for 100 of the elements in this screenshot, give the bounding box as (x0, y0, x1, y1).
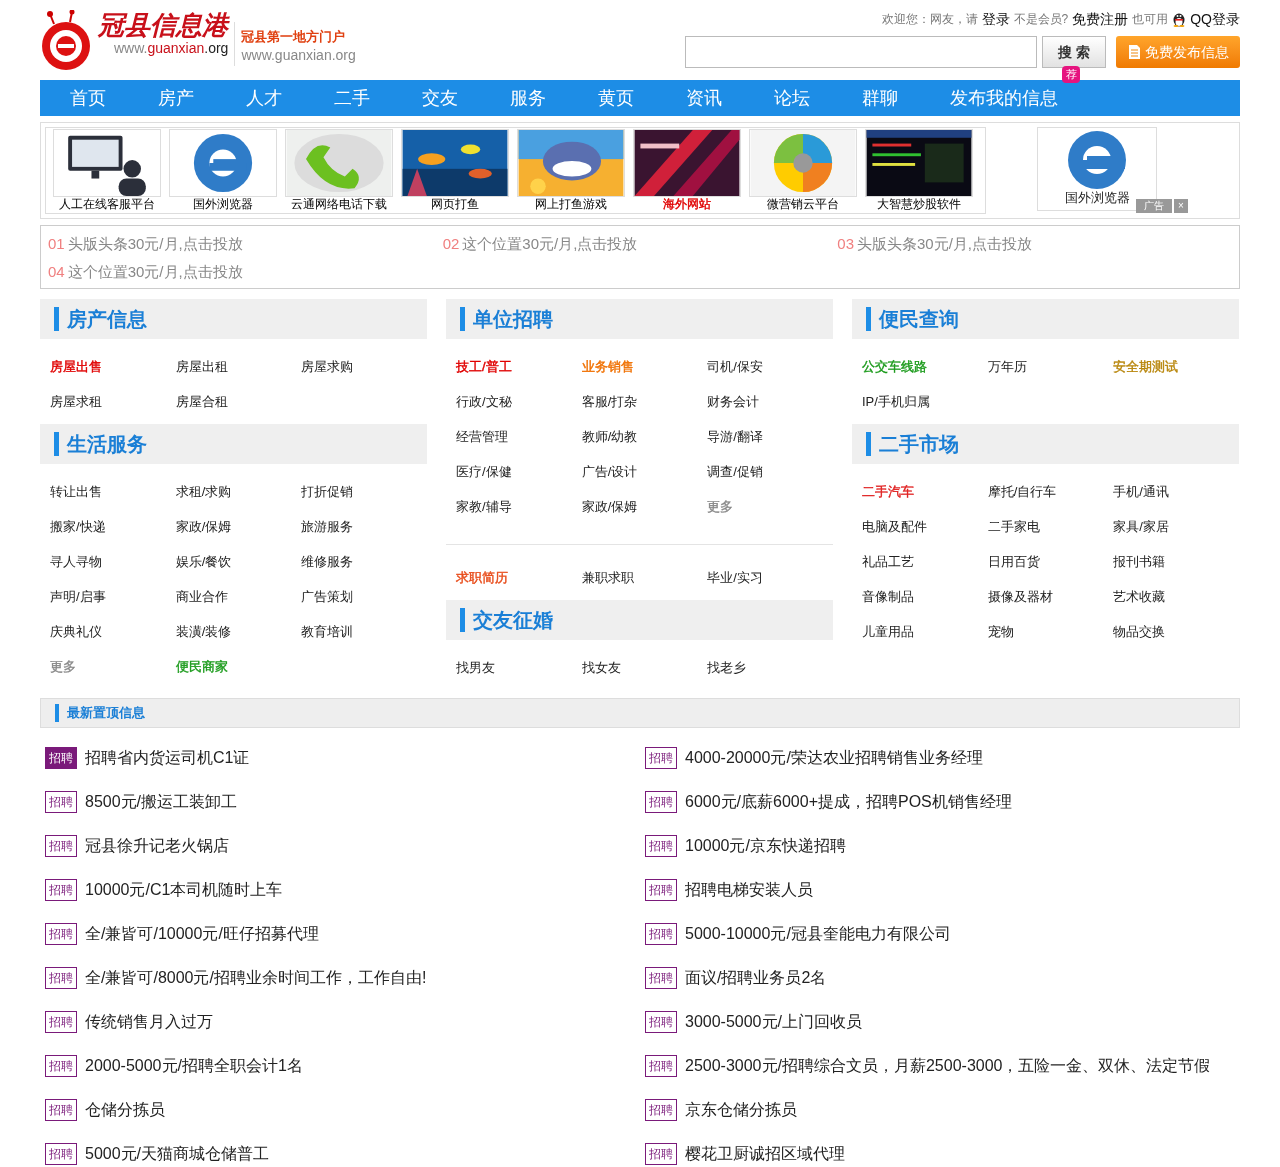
listing-link[interactable]: 4000-20000元/荣达农业招聘销售业务经理 (685, 746, 983, 770)
listing-link[interactable]: 10000元/C1本司机随时上车 (85, 878, 283, 902)
listing-link[interactable]: 冠县徐升记老火锅店 (85, 834, 229, 858)
listing-link[interactable]: 全/兼皆可/10000元/旺仔招募代理 (85, 922, 319, 946)
category-link[interactable]: 经营管理 (456, 419, 508, 454)
text-ad-link[interactable]: 04 这个位置30元/月,点击投放 (48, 258, 443, 286)
category-link[interactable]: 求职简历 (456, 560, 508, 595)
qq-login-link[interactable]: QQ登录 (1190, 8, 1240, 30)
category-link[interactable]: 导游/翻译 (707, 419, 763, 454)
nav-link[interactable]: 发布我的信息 (930, 80, 1078, 116)
category-link[interactable]: 广告/设计 (581, 454, 638, 489)
category-link[interactable]: 公交车线路 (862, 349, 927, 384)
category-link[interactable]: 医疗/保健 (456, 454, 512, 489)
category-link[interactable]: 日用百货 (987, 544, 1040, 579)
category-link[interactable]: 报刊书籍 (1113, 544, 1166, 579)
nav-link[interactable]: 资讯 (666, 80, 742, 116)
listing-link[interactable]: 10000元/京东快递招聘 (685, 834, 846, 858)
search-button[interactable]: 搜 索 (1042, 36, 1106, 68)
category-link[interactable]: 教师/幼教 (581, 419, 638, 454)
listing-link[interactable]: 6000元/底薪6000+提成，招聘POS机销售经理 (685, 790, 1012, 814)
listing-link[interactable]: 5000元/天猫商城仓储普工 (85, 1142, 270, 1166)
ad-card[interactable]: 国外浏览器 (169, 129, 277, 213)
listing-link[interactable]: 京东仓储分拣员 (685, 1098, 797, 1122)
category-link[interactable]: 家政/保姆 (175, 509, 232, 544)
category-link[interactable]: 转让出售 (50, 474, 102, 509)
category-link[interactable]: 万年历 (987, 349, 1027, 384)
category-link[interactable]: 财务会计 (707, 384, 760, 419)
listing-link[interactable]: 面议/招聘业务员2名 (685, 966, 827, 990)
category-link[interactable]: 更多 (707, 489, 734, 524)
category-link[interactable]: 司机/保安 (707, 349, 763, 384)
text-ad-link[interactable]: 02 这个位置30元/月,点击投放 (442, 230, 838, 258)
category-link[interactable]: 声明/启事 (50, 579, 106, 614)
listing-link[interactable]: 2500-3000元/招聘综合文员，月薪2500-3000，五险一金、双休、法定节假 (685, 1054, 1211, 1078)
category-link[interactable]: 找男友 (456, 650, 495, 685)
category-link[interactable]: 艺术收藏 (1113, 579, 1166, 614)
category-link[interactable]: 教育培训 (301, 614, 354, 649)
category-link[interactable]: 音像制品 (862, 579, 914, 614)
listing-link[interactable]: 3000-5000元/上门回收员 (685, 1010, 862, 1034)
text-ad-link[interactable]: 01 头版头条30元/月,点击投放 (48, 230, 443, 258)
ad-card[interactable]: 网页打鱼 (401, 129, 509, 213)
category-link[interactable]: 商业合作 (175, 579, 228, 614)
nav-link[interactable]: 房产 (138, 80, 214, 116)
category-link[interactable]: 宠物 (987, 614, 1014, 649)
category-link[interactable]: 家政/保姆 (581, 489, 638, 524)
category-link[interactable]: 摩托/自行车 (987, 474, 1057, 509)
listing-link[interactable]: 全/兼皆可/8000元/招聘业余时间工作，工作自由! (85, 966, 427, 990)
category-link[interactable]: 家具/家居 (1113, 509, 1169, 544)
category-link[interactable]: 求租/求购 (175, 474, 232, 509)
listing-link[interactable]: 5000-10000元/冠县奎能电力有限公司 (685, 922, 951, 946)
category-link[interactable]: 摄像及器材 (987, 579, 1053, 614)
listing-link[interactable]: 传统销售月入过万 (85, 1010, 213, 1034)
category-link[interactable]: 行政/文秘 (456, 384, 512, 419)
ad-card[interactable]: 云通网络电话下载 (285, 129, 393, 213)
category-link[interactable]: 找老乡 (707, 650, 747, 685)
category-link[interactable]: 房屋求购 (301, 349, 354, 384)
text-ad-link[interactable]: 03 头版头条30元/月,点击投放 (837, 230, 1232, 258)
category-link[interactable]: 搬家/快递 (50, 509, 106, 544)
category-link[interactable]: 维修服务 (301, 544, 354, 579)
category-link[interactable]: 礼品工艺 (862, 544, 914, 579)
category-link[interactable]: 房屋合租 (175, 384, 228, 419)
ad-card[interactable]: 人工在线客服平台 (53, 129, 161, 213)
category-link[interactable]: 找女友 (581, 650, 621, 685)
category-link[interactable]: 打折促销 (301, 474, 354, 509)
category-link[interactable]: 寻人寻物 (50, 544, 102, 579)
category-link[interactable]: 技工/普工 (456, 349, 512, 384)
ad-card[interactable]: 大智慧炒股软件 (865, 129, 973, 213)
category-link[interactable]: 更多 (50, 649, 76, 684)
category-link[interactable]: 安全期测试 (1113, 349, 1179, 384)
category-link[interactable]: 娱乐/餐饮 (175, 544, 232, 579)
category-link[interactable]: 房屋出售 (50, 349, 102, 384)
category-link[interactable]: 房屋出租 (175, 349, 228, 384)
category-link[interactable]: 调查/促销 (707, 454, 763, 489)
nav-link[interactable]: 群聊 (842, 80, 918, 116)
ad-card[interactable]: 网上打鱼游戏 (517, 129, 625, 213)
nav-link[interactable]: 服务 (490, 80, 566, 116)
category-link[interactable]: 手机/通讯 (1113, 474, 1169, 509)
nav-link[interactable]: 人才 (226, 80, 302, 116)
category-link[interactable]: 广告策划 (301, 579, 354, 614)
category-link[interactable]: 便民商家 (175, 649, 228, 684)
nav-link[interactable]: 交友 (402, 80, 478, 116)
listing-link[interactable]: 招聘电梯安装人员 (685, 878, 813, 902)
category-link[interactable]: 旅游服务 (301, 509, 354, 544)
category-link[interactable]: 毕业/实习 (707, 560, 763, 595)
listing-link[interactable]: 招聘省内货运司机C1证 (85, 746, 250, 770)
nav-link[interactable]: 首页 (50, 80, 126, 116)
category-link[interactable]: 家教/辅导 (456, 489, 512, 524)
category-link[interactable]: 二手家电 (987, 509, 1040, 544)
category-link[interactable]: 儿童用品 (862, 614, 914, 649)
category-link[interactable]: IP/手机归属 (862, 384, 930, 419)
listing-link[interactable]: 2000-5000元/招聘全职会计1名 (85, 1054, 303, 1078)
ad-card[interactable]: 微营销云平台 (749, 129, 857, 213)
search-field[interactable] (685, 36, 1037, 68)
listing-link[interactable]: 8500元/搬运工装卸工 (85, 790, 238, 814)
link[interactable]: 免费注册 (1072, 8, 1129, 30)
nav-link[interactable]: 论坛 (754, 80, 830, 116)
category-link[interactable]: 二手汽车 (862, 474, 914, 509)
nav-link[interactable]: 二手 (314, 80, 390, 116)
category-link[interactable]: 庆典礼仪 (50, 614, 102, 649)
category-link[interactable]: 物品交换 (1113, 614, 1166, 649)
link[interactable]: 登录 (981, 8, 1010, 30)
